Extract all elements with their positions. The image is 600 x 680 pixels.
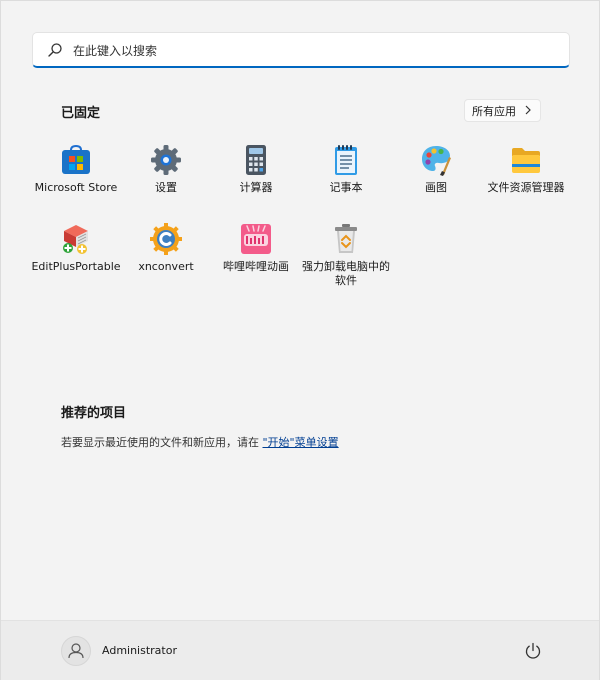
app-paint[interactable]: 画图 bbox=[391, 144, 481, 195]
bilibili-icon bbox=[241, 224, 271, 254]
app-bilibili[interactable]: 哔哩哔哩动画 bbox=[211, 223, 301, 274]
recommended-hint-text: 若要显示最近使用的文件和新应用，请在 bbox=[61, 436, 263, 449]
app-calculator[interactable]: 计算器 bbox=[211, 144, 301, 195]
settings-gear-icon bbox=[151, 145, 181, 175]
app-label: 画图 bbox=[425, 181, 447, 194]
recommended-hint: 若要显示最近使用的文件和新应用，请在 "开始"菜单设置 bbox=[61, 434, 339, 450]
user-avatar-icon bbox=[68, 643, 84, 659]
app-file-explorer[interactable]: 文件资源管理器 bbox=[481, 144, 571, 195]
app-label: Microsoft Store bbox=[34, 181, 118, 194]
chevron-right-icon bbox=[525, 105, 531, 115]
start-settings-link[interactable]: "开始"菜单设置 bbox=[263, 436, 339, 449]
app-label: xnconvert bbox=[138, 260, 194, 273]
pinned-section-title: 已固定 bbox=[61, 106, 101, 121]
calculator-icon bbox=[246, 145, 266, 175]
app-label: EditPlusPortable bbox=[31, 260, 121, 273]
all-apps-label: 所有应用 bbox=[472, 104, 516, 118]
app-editplusportable[interactable]: EditPlusPortable bbox=[31, 223, 121, 274]
user-account-button[interactable] bbox=[61, 636, 91, 666]
search-icon bbox=[48, 43, 62, 57]
uninstaller-icon bbox=[335, 224, 357, 253]
recommended-section-title: 推荐的项目 bbox=[61, 406, 127, 421]
xnconvert-icon bbox=[150, 223, 182, 255]
folder-icon bbox=[512, 148, 540, 173]
app-label: 文件资源管理器 bbox=[487, 181, 565, 194]
app-xnconvert[interactable]: xnconvert bbox=[121, 223, 211, 274]
app-notepad[interactable]: 记事本 bbox=[301, 144, 391, 195]
user-name[interactable]: Administrator bbox=[102, 644, 177, 657]
app-label: 记事本 bbox=[329, 181, 363, 194]
notepad-icon bbox=[335, 145, 357, 175]
app-label: 哔哩哔哩动画 bbox=[223, 260, 289, 273]
app-microsoft-store[interactable]: Microsoft Store bbox=[31, 144, 121, 195]
editplus-icon bbox=[63, 225, 88, 254]
app-settings[interactable]: 设置 bbox=[121, 144, 211, 195]
search-input[interactable]: 在此键入以搜索 bbox=[73, 42, 157, 59]
power-icon[interactable] bbox=[524, 642, 542, 660]
paint-palette-icon bbox=[422, 146, 451, 176]
app-label: 设置 bbox=[155, 181, 177, 194]
start-menu: 在此键入以搜索 已固定 所有应用 Microsoft Store 设置 计算器 … bbox=[0, 0, 600, 680]
search-box[interactable]: 在此键入以搜索 bbox=[32, 32, 570, 68]
app-uninstaller[interactable]: 强力卸载电脑中的软件 bbox=[301, 223, 391, 288]
app-label: 计算器 bbox=[239, 181, 273, 194]
microsoft-store-icon bbox=[62, 144, 90, 174]
app-label: 强力卸载电脑中的软件 bbox=[302, 260, 390, 287]
start-footer: Administrator bbox=[1, 620, 599, 680]
all-apps-button[interactable]: 所有应用 bbox=[464, 99, 541, 122]
